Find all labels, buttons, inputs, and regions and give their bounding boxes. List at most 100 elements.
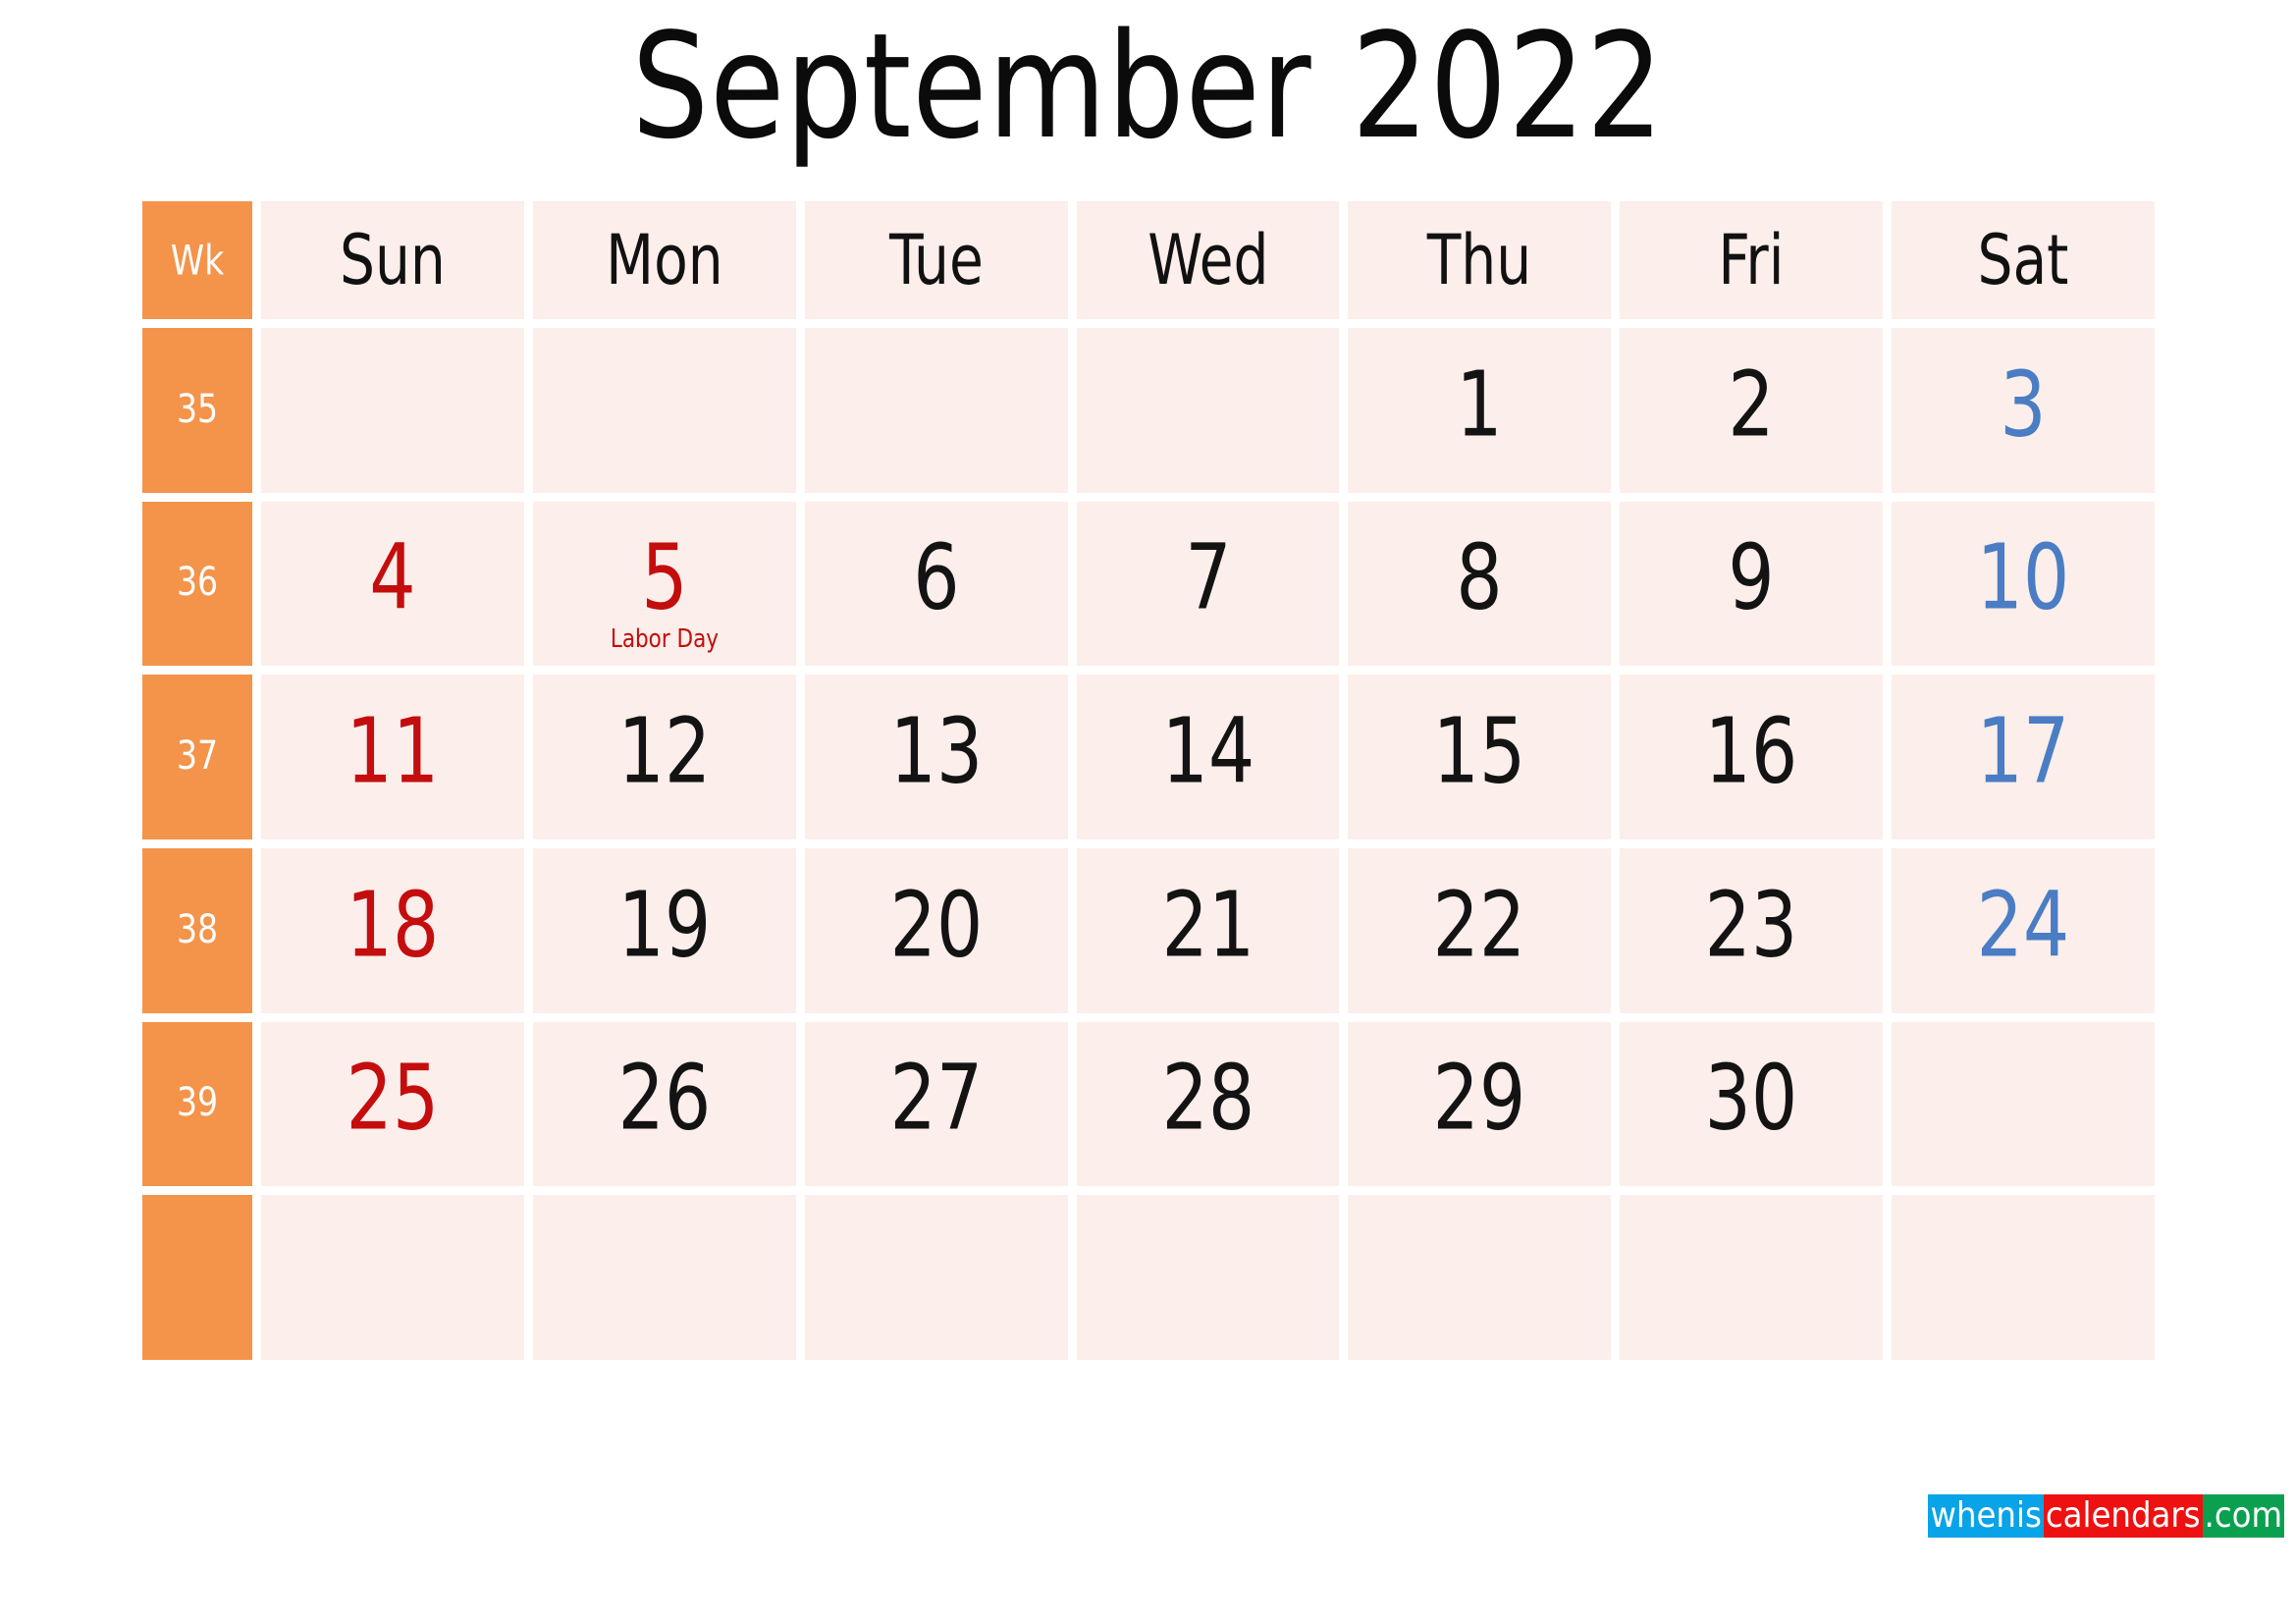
day-number: 20 — [889, 872, 984, 978]
day-cell[interactable]: 14 — [1076, 675, 1340, 839]
day-number: 12 — [617, 698, 712, 804]
day-cell[interactable]: 30 — [1620, 1021, 1884, 1187]
day-cell[interactable]: 25 — [261, 1021, 524, 1187]
day-number: 4 — [369, 524, 416, 630]
day-cell[interactable]: 4 — [261, 501, 524, 667]
day-cell[interactable] — [1892, 1021, 2155, 1187]
logo-part-com: .com — [2202, 1494, 2284, 1538]
page-title: September 2022 — [631, 2, 1665, 171]
week-number: 35 — [176, 386, 219, 432]
day-number: 6 — [912, 524, 960, 630]
day-number: 5 — [641, 524, 688, 630]
week-number: 38 — [176, 906, 219, 952]
day-cell[interactable]: 18 — [261, 848, 524, 1013]
day-cell[interactable]: 27 — [804, 1021, 1068, 1187]
day-cell[interactable] — [1348, 1195, 1612, 1360]
day-number: 26 — [617, 1045, 712, 1151]
site-logo-watermark[interactable]: whenis calendars .com — [1928, 1494, 2284, 1538]
week-number-cell: 37 — [142, 675, 252, 839]
week-number: 37 — [176, 733, 219, 780]
day-cell[interactable]: 5 Labor Day — [532, 501, 796, 667]
day-of-week-header-fri: Fri — [1620, 201, 1884, 319]
day-cell[interactable]: 3 — [1892, 328, 2155, 493]
day-cell[interactable]: 28 — [1076, 1021, 1340, 1187]
day-number: 3 — [2000, 352, 2047, 458]
day-number: 19 — [617, 872, 712, 978]
day-cell[interactable]: 13 — [804, 675, 1068, 839]
week-number: 39 — [176, 1080, 219, 1126]
day-of-week-header-sat: Sat — [1892, 201, 2155, 319]
day-cell[interactable] — [804, 1195, 1068, 1360]
day-cell[interactable]: 12 — [532, 675, 796, 839]
day-cell[interactable]: 15 — [1348, 675, 1612, 839]
day-cell[interactable] — [804, 328, 1068, 493]
day-number: 2 — [1728, 352, 1775, 458]
week-number-cell — [142, 1195, 252, 1360]
day-cell[interactable]: 8 — [1348, 501, 1612, 667]
day-cell[interactable] — [532, 328, 796, 493]
week-number-cell: 36 — [142, 501, 252, 667]
day-cell[interactable]: 26 — [532, 1021, 796, 1187]
day-cell[interactable] — [532, 1195, 796, 1360]
day-cell[interactable]: 1 — [1348, 328, 1612, 493]
day-of-week-label: Wed — [1147, 220, 1269, 300]
day-number: 21 — [1161, 872, 1255, 978]
day-number: 29 — [1432, 1045, 1526, 1151]
day-number: 1 — [1456, 352, 1504, 458]
day-cell[interactable] — [1620, 1195, 1884, 1360]
day-number: 7 — [1184, 524, 1232, 630]
day-cell[interactable]: 24 — [1892, 848, 2155, 1013]
day-number: 30 — [1704, 1045, 1798, 1151]
day-cell[interactable]: 6 — [804, 501, 1068, 667]
day-of-week-header-wed: Wed — [1076, 201, 1340, 319]
week-number-cell: 38 — [142, 848, 252, 1013]
day-of-week-header-sun: Sun — [261, 201, 524, 319]
day-number: 16 — [1704, 698, 1798, 804]
day-of-week-header-tue: Tue — [804, 201, 1068, 319]
day-of-week-label: Thu — [1427, 220, 1532, 300]
day-cell[interactable]: 11 — [261, 675, 524, 839]
day-number: 13 — [889, 698, 984, 804]
day-cell[interactable]: 2 — [1620, 328, 1884, 493]
day-of-week-label: Fri — [1718, 220, 1785, 300]
week-column-header-label: Wk — [170, 236, 225, 285]
day-cell[interactable] — [1076, 328, 1340, 493]
day-number: 17 — [1976, 698, 2070, 804]
day-cell[interactable]: 23 — [1620, 848, 1884, 1013]
day-cell[interactable]: 21 — [1076, 848, 1340, 1013]
day-cell[interactable]: 19 — [532, 848, 796, 1013]
day-cell[interactable]: 29 — [1348, 1021, 1612, 1187]
logo-part-whenis: whenis — [1928, 1494, 2044, 1538]
day-cell[interactable] — [261, 328, 524, 493]
day-cell[interactable] — [1892, 1195, 2155, 1360]
day-of-week-label: Tue — [888, 220, 984, 300]
logo-part-calendars: calendars — [2043, 1494, 2203, 1538]
day-cell[interactable]: 7 — [1076, 501, 1340, 667]
day-number: 11 — [346, 698, 440, 804]
day-of-week-header-thu: Thu — [1348, 201, 1612, 319]
day-cell[interactable]: 17 — [1892, 675, 2155, 839]
day-of-week-label: Mon — [606, 220, 723, 300]
day-of-week-label: Sat — [1977, 220, 2069, 300]
day-cell[interactable] — [261, 1195, 524, 1360]
day-cell[interactable]: 9 — [1620, 501, 1884, 667]
day-cell[interactable]: 10 — [1892, 501, 2155, 667]
holiday-label: Labor Day — [610, 624, 719, 655]
day-of-week-label: Sun — [339, 220, 446, 300]
week-number-cell: 39 — [142, 1021, 252, 1187]
week-column-header: Wk — [142, 201, 252, 319]
day-number: 28 — [1161, 1045, 1255, 1151]
day-cell[interactable]: 20 — [804, 848, 1068, 1013]
day-number: 24 — [1976, 872, 2070, 978]
day-number: 14 — [1161, 698, 1255, 804]
day-of-week-header-mon: Mon — [532, 201, 796, 319]
day-number: 25 — [346, 1045, 440, 1151]
day-number: 9 — [1728, 524, 1775, 630]
day-number: 23 — [1704, 872, 1798, 978]
day-number: 8 — [1456, 524, 1504, 630]
day-cell[interactable] — [1076, 1195, 1340, 1360]
day-number: 22 — [1432, 872, 1526, 978]
day-number: 27 — [889, 1045, 984, 1151]
day-cell[interactable]: 16 — [1620, 675, 1884, 839]
day-cell[interactable]: 22 — [1348, 848, 1612, 1013]
